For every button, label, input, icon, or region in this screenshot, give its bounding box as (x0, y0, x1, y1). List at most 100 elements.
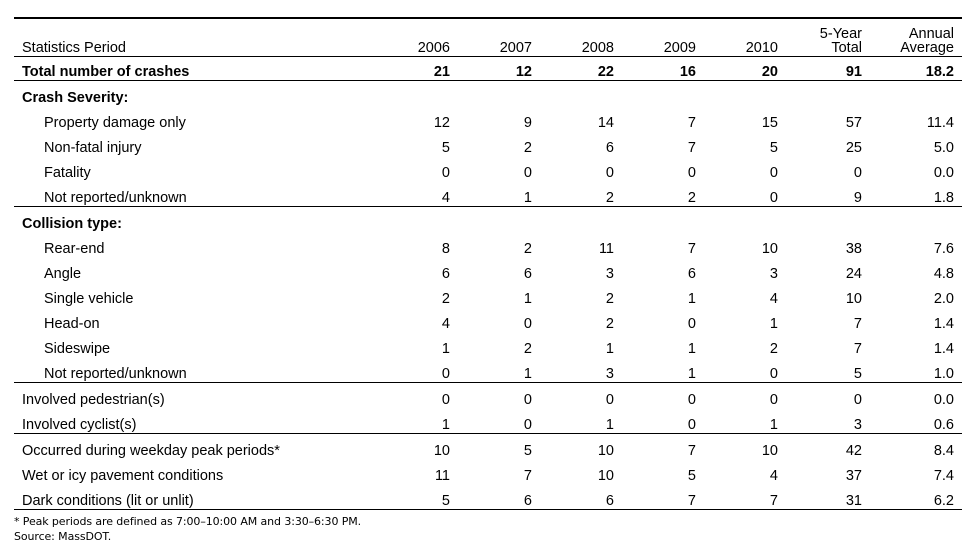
cell-col-nr-2010: 0 (696, 357, 778, 383)
cell-headon-5year: 7 (778, 307, 870, 332)
section-pad-a6 (778, 80, 870, 106)
header-spacer-label (14, 18, 368, 41)
cell-ped-2010: 0 (696, 382, 778, 408)
cell-angle-5year: 24 (778, 257, 870, 282)
table-notes: * Peak periods are defined as 7:00–10:00… (14, 514, 958, 545)
cell-fatality-5year: 0 (778, 156, 870, 181)
cell-sev-nr-2007: 1 (450, 181, 532, 207)
column-header-row: Statistics Period 2006 2007 2008 2009 20… (14, 41, 962, 56)
cell-col-nr-2007: 1 (450, 357, 532, 383)
table-row: Dark conditions (lit or unlit) 5 6 6 7 7… (14, 484, 962, 510)
cell-sideswipe-2009: 1 (614, 332, 696, 357)
cell-fatality-average: 0.0 (870, 156, 962, 181)
cell-angle-average: 4.8 (870, 257, 962, 282)
cell-sideswipe-average: 1.4 (870, 332, 962, 357)
header-spacer-row: 5-Year Annual (14, 18, 962, 41)
header-2007: 2007 (450, 41, 532, 56)
cell-pdo-average: 11.4 (870, 106, 962, 131)
cell-rearend-average: 7.6 (870, 232, 962, 257)
row-label-property-damage-only: Property damage only (14, 106, 368, 131)
cell-peak-2009: 7 (614, 433, 696, 459)
row-label-rear-end: Rear-end (14, 232, 368, 257)
cell-rearend-2008: 11 (532, 232, 614, 257)
row-label-angle: Angle (14, 257, 368, 282)
header-total-line2: Total (778, 41, 870, 56)
cell-pdo-2009: 7 (614, 106, 696, 131)
section-pad-b5 (696, 206, 778, 232)
section-label-crash-severity: Crash Severity: (14, 80, 368, 106)
section-pad-b4 (614, 206, 696, 232)
section-pad-a7 (870, 80, 962, 106)
cell-fatality-2009: 0 (614, 156, 696, 181)
cell-ped-2007: 0 (450, 382, 532, 408)
cell-nfi-2009: 7 (614, 131, 696, 156)
cell-headon-2010: 1 (696, 307, 778, 332)
table-row: Not reported/unknown 0 1 3 1 0 5 1.0 (14, 357, 962, 383)
cell-rearend-2010: 10 (696, 232, 778, 257)
cell-peak-2006: 10 (368, 433, 450, 459)
cell-col-nr-2006: 0 (368, 357, 450, 383)
cell-dark-2009: 7 (614, 484, 696, 510)
cell-sev-nr-2010: 0 (696, 181, 778, 207)
section-pad-b6 (778, 206, 870, 232)
row-label-non-fatal-injury: Non-fatal injury (14, 131, 368, 156)
cell-dark-2008: 6 (532, 484, 614, 510)
cell-angle-2008: 3 (532, 257, 614, 282)
cell-ped-2008: 0 (532, 382, 614, 408)
table-row: Wet or icy pavement conditions 11 7 10 5… (14, 459, 962, 484)
header-statistics-period: Statistics Period (14, 41, 368, 56)
cell-wet-2010: 4 (696, 459, 778, 484)
cell-total-2010: 20 (696, 56, 778, 80)
table-row: Property damage only 12 9 14 7 15 57 11.… (14, 106, 962, 131)
cell-angle-2007: 6 (450, 257, 532, 282)
cell-cyc-5year: 3 (778, 408, 870, 434)
cell-dark-5year: 31 (778, 484, 870, 510)
cell-total-2006: 21 (368, 56, 450, 80)
row-label-dark-conditions: Dark conditions (lit or unlit) (14, 484, 368, 510)
row-label-total-crashes: Total number of crashes (14, 56, 368, 80)
cell-sideswipe-2007: 2 (450, 332, 532, 357)
cell-nfi-5year: 25 (778, 131, 870, 156)
row-label-collision-not-reported: Not reported/unknown (14, 357, 368, 383)
cell-peak-5year: 42 (778, 433, 870, 459)
table-row: Head-on 4 0 2 0 1 7 1.4 (14, 307, 962, 332)
section-pad-a1 (368, 80, 450, 106)
cell-ped-average: 0.0 (870, 382, 962, 408)
cell-headon-2009: 0 (614, 307, 696, 332)
header-spacer-2008 (532, 18, 614, 41)
cell-total-2008: 22 (532, 56, 614, 80)
header-average-line2: Average (870, 41, 962, 56)
cell-peak-average: 8.4 (870, 433, 962, 459)
source-line: Source: MassDOT. (14, 529, 958, 545)
cell-fatality-2010: 0 (696, 156, 778, 181)
cell-cyc-2006: 1 (368, 408, 450, 434)
cell-col-nr-5year: 5 (778, 357, 870, 383)
cell-fatality-2008: 0 (532, 156, 614, 181)
table-row: Fatality 0 0 0 0 0 0 0.0 (14, 156, 962, 181)
cell-sev-nr-2006: 4 (368, 181, 450, 207)
cell-rearend-2007: 2 (450, 232, 532, 257)
cell-sideswipe-2010: 2 (696, 332, 778, 357)
cell-wet-2007: 7 (450, 459, 532, 484)
cell-headon-average: 1.4 (870, 307, 962, 332)
table-row: Single vehicle 2 1 2 1 4 10 2.0 (14, 282, 962, 307)
crash-statistics-table: 5-Year Annual Statistics Period 2006 200… (14, 17, 962, 510)
header-2009: 2009 (614, 41, 696, 56)
cell-col-nr-2008: 3 (532, 357, 614, 383)
row-label-wet-icy-pavement: Wet or icy pavement conditions (14, 459, 368, 484)
section-heading-collision-type: Collision type: (14, 206, 962, 232)
footnote-peak-periods: * Peak periods are defined as 7:00–10:00… (14, 514, 958, 530)
cell-angle-2006: 6 (368, 257, 450, 282)
table-row: Sideswipe 1 2 1 1 2 7 1.4 (14, 332, 962, 357)
cell-pdo-2006: 12 (368, 106, 450, 131)
cell-rearend-2009: 7 (614, 232, 696, 257)
cell-single-2008: 2 (532, 282, 614, 307)
section-pad-b2 (450, 206, 532, 232)
header-average-line1: Annual (870, 18, 962, 41)
cell-sideswipe-2006: 1 (368, 332, 450, 357)
cell-ped-2006: 0 (368, 382, 450, 408)
cell-sideswipe-2008: 1 (532, 332, 614, 357)
table-row: Angle 6 6 3 6 3 24 4.8 (14, 257, 962, 282)
row-label-weekday-peak-periods: Occurred during weekday peak periods* (14, 433, 368, 459)
section-pad-a2 (450, 80, 532, 106)
